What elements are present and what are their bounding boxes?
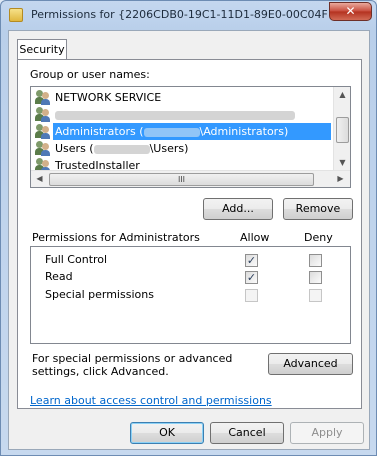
permissions-dialog: Permissions for {2206CDB0-19C1-11D1-89E0… bbox=[0, 0, 377, 456]
learn-more-link[interactable]: Learn about access control and permissio… bbox=[30, 394, 272, 407]
users-icon bbox=[35, 107, 51, 122]
deny-special-checkbox bbox=[309, 289, 322, 302]
users-icon bbox=[35, 124, 51, 139]
allow-column-header: Allow bbox=[240, 231, 270, 244]
list-item-label: Administrators (\Administrators) bbox=[53, 123, 331, 140]
security-tab-panel: Group or user names: NETWORK SERVICE Adm… bbox=[17, 59, 362, 409]
group-user-list[interactable]: NETWORK SERVICE Administrators (\Adminis… bbox=[30, 86, 351, 188]
list-item-label: Users (\Users) bbox=[55, 142, 189, 155]
group-list-label: Group or user names: bbox=[30, 68, 150, 81]
scroll-up-arrow-icon[interactable]: ▲ bbox=[335, 87, 350, 102]
list-item-redacted-user[interactable] bbox=[33, 106, 333, 123]
add-button[interactable]: Add... bbox=[203, 198, 273, 220]
apply-button[interactable]: Apply bbox=[290, 422, 364, 444]
allow-special-checkbox bbox=[245, 289, 258, 302]
allow-read-checkbox[interactable]: ✓ bbox=[245, 271, 258, 284]
folder-icon bbox=[9, 8, 23, 22]
advanced-help-text: For special permissions or advanced sett… bbox=[32, 352, 233, 378]
horizontal-scroll-thumb[interactable]: III bbox=[49, 173, 314, 186]
remove-button[interactable]: Remove bbox=[283, 198, 353, 220]
window-title: Permissions for {2206CDB0-19C1-11D1-89E0… bbox=[31, 8, 327, 21]
scroll-down-arrow-icon[interactable]: ▼ bbox=[335, 155, 350, 170]
horizontal-scrollbar[interactable]: ◀ III ▶ bbox=[31, 170, 350, 187]
deny-read-checkbox[interactable] bbox=[309, 271, 322, 284]
users-icon bbox=[35, 141, 51, 156]
list-item-label: NETWORK SERVICE bbox=[55, 91, 162, 104]
vertical-scrollbar[interactable]: ▲ ▼ bbox=[333, 87, 350, 170]
advanced-button[interactable]: Advanced bbox=[268, 353, 353, 375]
close-icon: ✕ bbox=[345, 4, 356, 18]
tab-security[interactable]: Security bbox=[17, 39, 67, 60]
allow-full-control-checkbox[interactable]: ✓ bbox=[245, 254, 258, 267]
permissions-label: Permissions for Administrators bbox=[32, 231, 200, 244]
permission-name: Read bbox=[45, 270, 73, 283]
users-icon bbox=[35, 90, 51, 105]
title-bar[interactable]: Permissions for {2206CDB0-19C1-11D1-89E0… bbox=[1, 1, 376, 29]
close-button[interactable]: ✕ bbox=[329, 2, 372, 21]
dialog-client-area: Security Group or user names: NETWORK SE… bbox=[8, 30, 370, 450]
list-item-administrators[interactable]: Administrators (\Administrators) bbox=[33, 123, 333, 140]
permission-name: Full Control bbox=[45, 253, 108, 266]
vertical-scroll-thumb[interactable] bbox=[336, 117, 349, 143]
permissions-list: Full Control ✓ Read ✓ Special permission… bbox=[30, 246, 351, 344]
scroll-right-arrow-icon[interactable]: ▶ bbox=[333, 171, 348, 186]
list-item-network-service[interactable]: NETWORK SERVICE bbox=[33, 89, 333, 106]
deny-column-header: Deny bbox=[304, 231, 333, 244]
cancel-button[interactable]: Cancel bbox=[210, 422, 284, 444]
redacted-user-name bbox=[55, 106, 295, 123]
list-item-users[interactable]: Users (\Users) bbox=[33, 140, 333, 157]
ok-button[interactable]: OK bbox=[130, 422, 204, 444]
permission-name: Special permissions bbox=[45, 288, 154, 301]
scroll-left-arrow-icon[interactable]: ◀ bbox=[32, 171, 47, 186]
deny-full-control-checkbox[interactable] bbox=[309, 254, 322, 267]
